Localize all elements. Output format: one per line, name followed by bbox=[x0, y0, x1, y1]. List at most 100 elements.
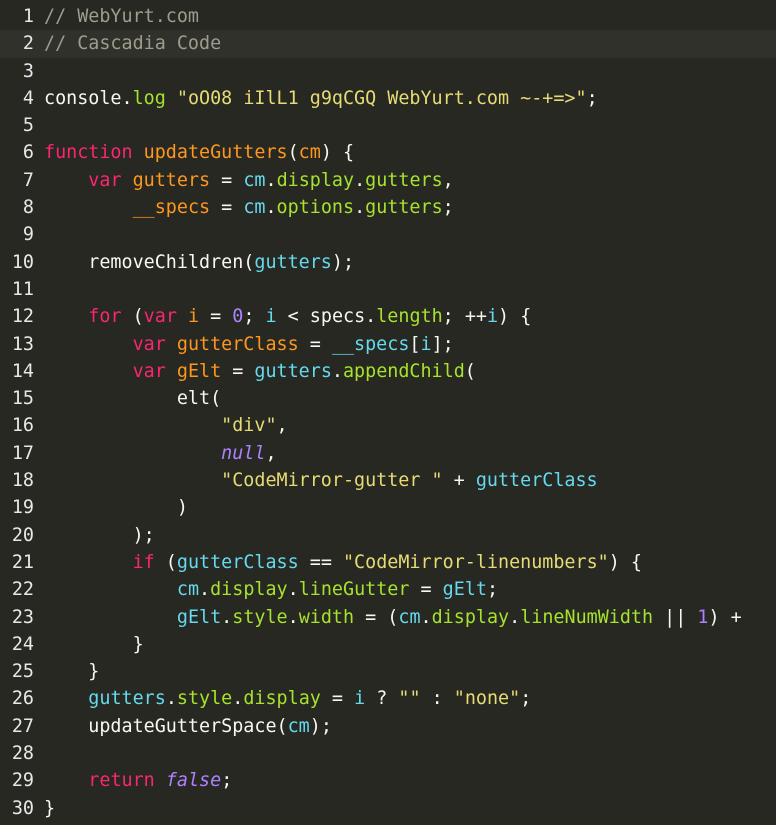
code-line[interactable]: 11 bbox=[0, 276, 776, 303]
code-token: . bbox=[165, 688, 177, 710]
code-token: style bbox=[232, 606, 288, 628]
code-line[interactable]: 9 bbox=[0, 221, 776, 248]
code-text: "CodeMirror-gutter " + gutterClass bbox=[44, 467, 597, 494]
code-token: 1 bbox=[697, 606, 709, 628]
code-token: = bbox=[298, 333, 332, 355]
line-number: 27 bbox=[11, 715, 34, 737]
code-token: style bbox=[176, 688, 233, 710]
code-line[interactable]: 6 function updateGutters(cm) { bbox=[0, 139, 776, 166]
code-token: } bbox=[44, 633, 144, 655]
line-number: 11 bbox=[11, 278, 34, 300]
code-token: updateGutterSpace( bbox=[44, 715, 288, 737]
code-line[interactable]: 29 return false; bbox=[0, 767, 776, 794]
line-number: 10 bbox=[11, 251, 34, 273]
code-token: == bbox=[298, 551, 343, 573]
code-token: elt( bbox=[44, 388, 222, 410]
code-line[interactable]: 26 gutters.style.display = i ? "" : "non… bbox=[0, 685, 776, 712]
code-token: ]; bbox=[431, 333, 454, 355]
code-text: } bbox=[44, 631, 144, 658]
code-line[interactable]: 30} bbox=[0, 795, 776, 822]
code-token: cm bbox=[243, 197, 266, 219]
code-line[interactable]: 12 for (var i = 0; i < specs.length; ++i… bbox=[0, 303, 776, 330]
code-line[interactable]: 4 console.log "oO08 iIlL1 g9qCGQ WebYurt.… bbox=[0, 85, 776, 112]
code-line[interactable]: 19 ) bbox=[0, 494, 776, 521]
line-number: 4 bbox=[22, 87, 34, 109]
code-line[interactable]: 24 } bbox=[0, 631, 776, 658]
code-token: ( bbox=[464, 360, 476, 382]
code-text: removeChildren(gutters); bbox=[44, 249, 354, 276]
code-token: if bbox=[132, 551, 155, 573]
code-line[interactable]: 8 __specs = cm.options.gutters; bbox=[0, 194, 776, 221]
code-token: = bbox=[210, 169, 244, 191]
code-token: gElt bbox=[176, 606, 222, 628]
code-line[interactable]: 22 cm.display.lineGutter = gElt; bbox=[0, 576, 776, 603]
code-token: ; bbox=[486, 579, 499, 601]
code-token: cm bbox=[298, 142, 321, 164]
line-number: 21 bbox=[11, 551, 34, 573]
code-line[interactable]: 5 bbox=[0, 112, 776, 139]
code-token: < specs. bbox=[276, 306, 377, 328]
code-token: width bbox=[298, 606, 355, 628]
code-token: appendChild bbox=[342, 360, 465, 382]
line-number: 7 bbox=[22, 169, 34, 191]
code-token: updateGutters bbox=[143, 142, 288, 164]
code-line[interactable]: 20 ); bbox=[0, 522, 776, 549]
code-token: , bbox=[442, 169, 454, 191]
code-text: elt( bbox=[44, 385, 221, 412]
code-token: . bbox=[420, 606, 432, 628]
code-token: var bbox=[88, 169, 122, 191]
code-line[interactable]: 7 var gutters = cm.display.gutters, bbox=[0, 167, 776, 194]
code-token: . bbox=[509, 606, 521, 628]
code-line[interactable]: 18 "CodeMirror-gutter " + gutterClass bbox=[0, 467, 776, 494]
code-token: ; bbox=[520, 688, 532, 710]
code-line[interactable]: 13 var gutterClass = __specs[i]; bbox=[0, 331, 776, 358]
code-line[interactable]: 15 elt( bbox=[0, 385, 776, 412]
code-line[interactable]: 10 removeChildren(gutters); bbox=[0, 249, 776, 276]
line-number: 16 bbox=[11, 415, 34, 437]
line-number: 25 bbox=[11, 661, 34, 683]
code-token: . bbox=[199, 579, 211, 601]
code-line[interactable]: 23 gElt.style.width = (cm.display.lineNu… bbox=[0, 604, 776, 631]
code-token: function bbox=[44, 142, 133, 164]
line-number: 6 bbox=[22, 142, 34, 164]
code-line[interactable]: 2 // Cascadia Code bbox=[0, 30, 776, 58]
code-line[interactable]: 3 bbox=[0, 58, 776, 85]
code-text: for (var i = 0; i < specs.length; ++i) { bbox=[44, 303, 531, 330]
code-line[interactable]: 28 bbox=[0, 740, 776, 767]
code-token: // WebYurt.com bbox=[44, 6, 200, 27]
line-number: 8 bbox=[22, 197, 34, 219]
code-line[interactable]: 25 } bbox=[0, 658, 776, 685]
code-token: . bbox=[354, 169, 366, 191]
line-number: 29 bbox=[11, 770, 34, 792]
code-token: cm bbox=[287, 715, 310, 737]
code-token: gutters bbox=[88, 688, 166, 710]
code-line[interactable]: 14 var gElt = gutters.appendChild( bbox=[0, 358, 776, 385]
code-token: i bbox=[486, 306, 499, 328]
line-number: 30 bbox=[11, 797, 34, 819]
code-line[interactable]: 21 if (gutterClass == "CodeMirror-linenu… bbox=[0, 549, 776, 576]
code-token: = bbox=[221, 360, 255, 382]
code-line[interactable]: 27 updateGutterSpace(cm); bbox=[0, 713, 776, 740]
code-token: ); bbox=[44, 524, 155, 546]
code-line[interactable]: 1 // WebYurt.com bbox=[0, 3, 776, 30]
code-line[interactable]: 16 "div", bbox=[0, 412, 776, 439]
line-number: 23 bbox=[11, 606, 34, 628]
code-token: i bbox=[187, 306, 200, 328]
code-line[interactable]: 17 null, bbox=[0, 440, 776, 467]
code-token: + bbox=[442, 470, 476, 492]
code-text: // WebYurt.com bbox=[44, 3, 199, 30]
code-token: __specs bbox=[331, 333, 410, 355]
line-number: 15 bbox=[11, 388, 34, 410]
code-token: . bbox=[265, 169, 277, 191]
code-editor[interactable]: 1 // WebYurt.com 2 // Cascadia Code 3 4 consol… bbox=[0, 0, 776, 825]
code-text: null, bbox=[44, 440, 276, 467]
